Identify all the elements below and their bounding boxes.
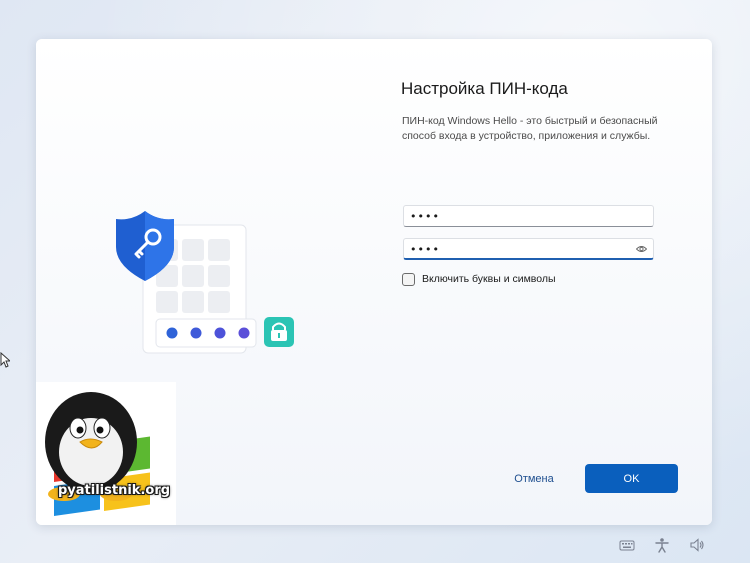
accessibility-icon[interactable] — [654, 537, 670, 553]
mouse-cursor-icon — [0, 352, 10, 368]
watermark-text: pyatilistnik.org — [58, 483, 171, 498]
pin-illustration — [116, 211, 294, 354]
pin-setup-dialog: Настройка ПИН-кода ПИН-код Windows Hello… — [36, 39, 712, 525]
include-letters-checkbox[interactable] — [402, 273, 415, 286]
penguin-logo-icon — [45, 392, 150, 516]
confirm-pin-input[interactable] — [410, 241, 630, 257]
new-pin-field[interactable] — [403, 205, 654, 227]
confirm-pin-field[interactable] — [403, 238, 654, 260]
volume-icon[interactable] — [689, 537, 705, 553]
keyboard-icon[interactable] — [619, 537, 635, 553]
watermark-logo: pyatilistnik.org — [36, 382, 176, 525]
dialog-title: Настройка ПИН-кода — [401, 79, 568, 98]
include-letters-label: Включить буквы и символы — [422, 273, 556, 285]
new-pin-input[interactable] — [410, 208, 630, 224]
eye-icon[interactable] — [636, 244, 647, 254]
lock-icon — [264, 317, 294, 347]
dialog-description: ПИН-код Windows Hello - это быстрый и бе… — [402, 115, 658, 142]
ok-button[interactable]: OK — [585, 464, 678, 493]
cancel-button[interactable]: Отмена — [496, 464, 572, 494]
